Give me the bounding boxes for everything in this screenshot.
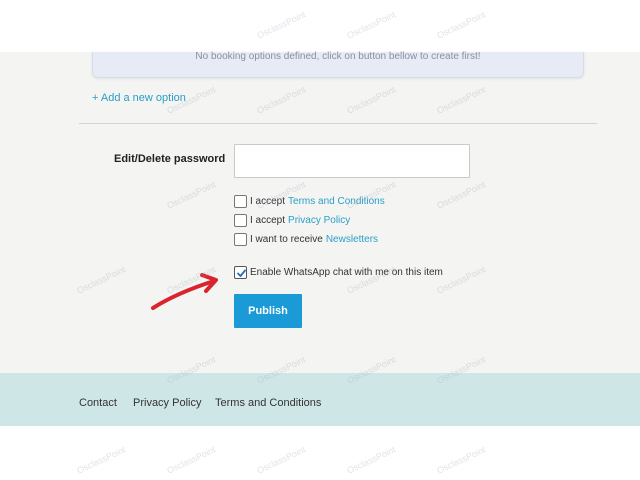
watermark-text: OsclassPoint — [435, 9, 488, 41]
privacy-prefix: I accept — [250, 215, 286, 226]
password-field[interactable] — [234, 144, 470, 178]
terms-checkbox[interactable] — [234, 195, 247, 208]
newsletter-prefix: I want to receive — [250, 234, 323, 245]
privacy-checkbox[interactable] — [234, 214, 247, 227]
checkmark-icon — [237, 269, 246, 277]
add-option-link[interactable]: + Add a new option — [92, 92, 186, 104]
booking-notice-text: No booking options defined, click on but… — [195, 51, 481, 62]
publish-button[interactable]: Publish — [234, 294, 302, 328]
newsletter-checkbox-row[interactable]: I want to receive Newsletters — [234, 233, 378, 246]
terms-prefix: I accept — [250, 196, 286, 207]
newsletter-link[interactable]: Newsletters — [326, 234, 378, 245]
terms-link[interactable]: Terms and Conditions — [288, 196, 385, 207]
newsletter-checkbox[interactable] — [234, 233, 247, 246]
watermark-text: OsclassPoint — [255, 9, 308, 41]
whatsapp-label: Enable WhatsApp chat with me on this ite… — [250, 267, 443, 278]
whatsapp-checkbox-row[interactable]: Enable WhatsApp chat with me on this ite… — [234, 266, 443, 279]
footer-link-terms[interactable]: Terms and Conditions — [215, 397, 321, 409]
privacy-link[interactable]: Privacy Policy — [288, 215, 350, 226]
terms-checkbox-row[interactable]: I accept Terms and Conditions — [234, 195, 385, 208]
footer: Contact Privacy Policy Terms and Conditi… — [0, 373, 640, 426]
red-arrow-icon — [151, 273, 218, 310]
password-label: Edit/Delete password — [114, 153, 226, 165]
divider — [79, 123, 597, 124]
watermark-text: OsclassPoint — [345, 444, 398, 476]
watermark-text: OsclassPoint — [435, 444, 488, 476]
privacy-checkbox-row[interactable]: I accept Privacy Policy — [234, 214, 350, 227]
watermark-text: OsclassPoint — [345, 9, 398, 41]
watermark-text: OsclassPoint — [165, 444, 218, 476]
booking-notice: No booking options defined, click on but… — [92, 52, 584, 78]
watermark-text: OsclassPoint — [75, 444, 128, 476]
footer-link-contact[interactable]: Contact — [79, 397, 117, 409]
whatsapp-checkbox[interactable] — [234, 266, 247, 279]
watermark-text: OsclassPoint — [255, 444, 308, 476]
footer-link-privacy[interactable]: Privacy Policy — [133, 397, 201, 409]
